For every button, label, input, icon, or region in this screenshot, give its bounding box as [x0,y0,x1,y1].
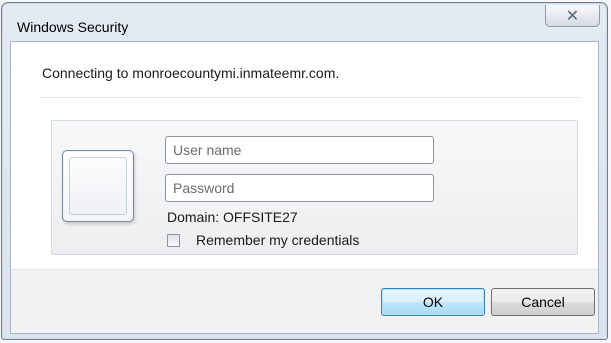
password-input[interactable] [165,174,434,202]
dialog-body: Connecting to monroecountymi.inmateemr.c… [10,41,599,334]
domain-label: Domain: OFFSITE27 [167,209,298,225]
credential-panel[interactable]: Domain: OFFSITE27 Remember my credential… [51,120,578,255]
remember-credentials-option[interactable]: Remember my credentials [167,231,359,249]
divider [41,97,581,98]
button-bar: OK Cancel [11,269,598,333]
connection-message: Connecting to monroecountymi.inmateemr.c… [42,65,340,81]
user-tile-icon [62,150,134,222]
user-tile-frame [69,157,127,215]
ok-button[interactable]: OK [381,288,485,316]
cancel-button[interactable]: Cancel [491,288,595,316]
dialog-title: Windows Security [17,19,129,35]
remember-credentials-checkbox[interactable] [167,233,180,247]
close-button[interactable]: ✕ [545,5,600,27]
remember-credentials-label: Remember my credentials [196,232,360,248]
windows-security-dialog: Windows Security ✕ Connecting to monroec… [1,2,608,340]
username-input[interactable] [165,136,434,164]
close-icon: ✕ [565,7,580,25]
title-bar[interactable]: Windows Security ✕ [2,3,607,41]
